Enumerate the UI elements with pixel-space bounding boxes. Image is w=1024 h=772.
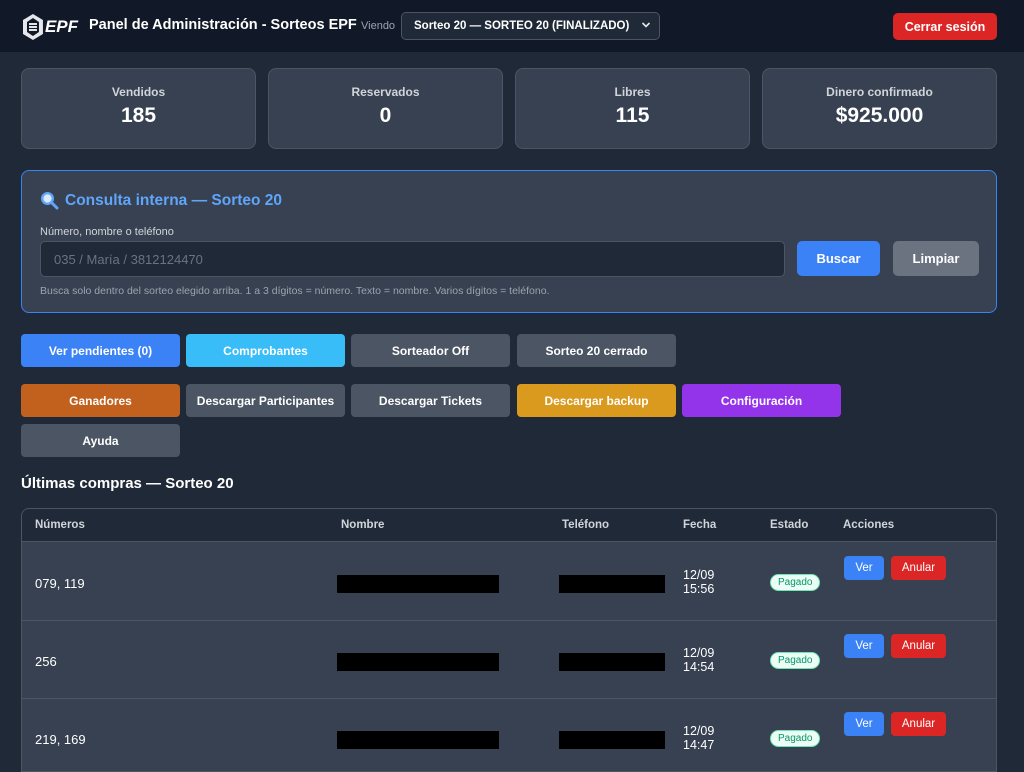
redacted-name: [337, 653, 499, 671]
row-date: 12/09 14:54: [683, 646, 714, 674]
draw-closed-button[interactable]: Sorteo 20 cerrado: [517, 334, 676, 367]
stat-value: 0: [379, 104, 392, 127]
page-title: Panel de Administración - Sorteos EPF: [89, 17, 357, 33]
row-numbers: 256: [35, 654, 57, 669]
stat-label: Vendidos: [111, 85, 166, 99]
epf-logo: EPF: [22, 11, 78, 43]
stat-value: $925.000: [835, 104, 924, 127]
column-numbers: Números: [35, 519, 85, 531]
internal-query-panel: Consulta interna — Sorteo 20 Número, nom…: [21, 170, 997, 313]
logout-button[interactable]: Cerrar sesión: [893, 13, 997, 40]
stat-card-money: Dinero confirmado $925.000: [762, 68, 997, 149]
row-numbers: 219, 169: [35, 732, 86, 747]
query-field-label: Número, nombre o teléfono: [40, 226, 174, 238]
search-button[interactable]: Buscar: [797, 241, 880, 276]
query-hint: Busca solo dentro del sorteo elegido arr…: [40, 285, 550, 297]
stat-label: Dinero confirmado: [826, 85, 933, 99]
stat-label: Reservados: [351, 85, 420, 99]
stat-value: 115: [615, 104, 650, 127]
stat-card-sold: Vendidos 185: [21, 68, 256, 149]
cancel-purchase-button[interactable]: Anular: [891, 556, 946, 580]
chevron-down-icon: [641, 22, 651, 28]
column-actions: Acciones: [843, 519, 895, 531]
download-tickets-button[interactable]: Descargar Tickets: [351, 384, 510, 417]
row-date-time: 15:56: [683, 582, 715, 596]
epf-logo-icon: [22, 14, 43, 40]
row-date: 12/09 15:56: [683, 568, 714, 596]
clear-button[interactable]: Limpiar: [893, 241, 979, 276]
row-numbers: 079, 119: [35, 576, 85, 591]
view-button[interactable]: Ver: [844, 634, 884, 658]
settings-button[interactable]: Configuración: [682, 384, 841, 417]
query-input[interactable]: [40, 241, 785, 277]
column-name: Nombre: [341, 519, 385, 531]
top-header: EPF Panel de Administración - Sorteos EP…: [0, 0, 1024, 52]
column-date: Fecha: [683, 519, 717, 531]
row-date-time: 14:47: [683, 738, 715, 752]
stat-value: 185: [120, 104, 157, 127]
viewing-label: Viendo: [361, 20, 396, 32]
view-button[interactable]: Ver: [844, 712, 884, 736]
cancel-purchase-button[interactable]: Anular: [891, 634, 946, 658]
status-badge: Pagado: [770, 652, 821, 669]
stat-card-free: Libres 115: [515, 68, 750, 149]
redacted-phone: [559, 575, 665, 593]
draw-select-value: Sorteo 20 — SORTEO 20 (FINALIZADO): [414, 20, 630, 32]
redacted-phone: [559, 653, 665, 671]
receipts-button[interactable]: Comprobantes: [186, 334, 345, 367]
row-date-day: 12/09: [683, 724, 715, 738]
view-button[interactable]: Ver: [844, 556, 884, 580]
table-row: 079, 119 12/09 15:56 Pagado Ver Anular: [22, 543, 996, 621]
drawer-toggle-button[interactable]: Sorteador Off: [351, 334, 510, 367]
download-participants-button[interactable]: Descargar Participantes: [186, 384, 345, 417]
row-date-day: 12/09: [683, 568, 715, 582]
row-date-time: 14:54: [683, 660, 715, 674]
winners-button[interactable]: Ganadores: [21, 384, 180, 417]
logo-text: EPF: [44, 17, 78, 36]
row-date: 12/09 14:47: [683, 724, 714, 752]
redacted-phone: [559, 731, 665, 749]
query-title: Consulta interna — Sorteo 20: [40, 191, 282, 210]
magnifier-icon: [40, 191, 59, 210]
cancel-purchase-button[interactable]: Anular: [891, 712, 946, 736]
redacted-name: [337, 575, 499, 593]
table-row: 219, 169 12/09 14:47 Pagado Ver Anular: [22, 699, 996, 771]
recent-purchases-title: Últimas compras — Sorteo 20: [21, 475, 234, 492]
status-badge: Pagado: [770, 574, 821, 591]
redacted-name: [337, 731, 499, 749]
draw-select[interactable]: Sorteo 20 — SORTEO 20 (FINALIZADO): [401, 12, 660, 40]
status-badge: Pagado: [770, 730, 821, 747]
row-date-day: 12/09: [683, 646, 715, 660]
recent-purchases-table: Números Nombre Teléfono Fecha Estado Acc…: [21, 508, 997, 772]
column-phone: Teléfono: [562, 519, 610, 531]
stat-label: Libres: [614, 85, 651, 99]
download-backup-button[interactable]: Descargar backup: [517, 384, 676, 417]
help-button[interactable]: Ayuda: [21, 424, 180, 457]
view-pending-button[interactable]: Ver pendientes (0): [21, 334, 180, 367]
stat-card-reserved: Reservados 0: [268, 68, 503, 149]
column-status: Estado: [770, 519, 809, 531]
table-header: Números Nombre Teléfono Fecha Estado Acc…: [22, 509, 996, 542]
table-row: 256 12/09 14:54 Pagado Ver Anular: [22, 621, 996, 699]
query-title-text: Consulta interna — Sorteo 20: [65, 191, 283, 209]
